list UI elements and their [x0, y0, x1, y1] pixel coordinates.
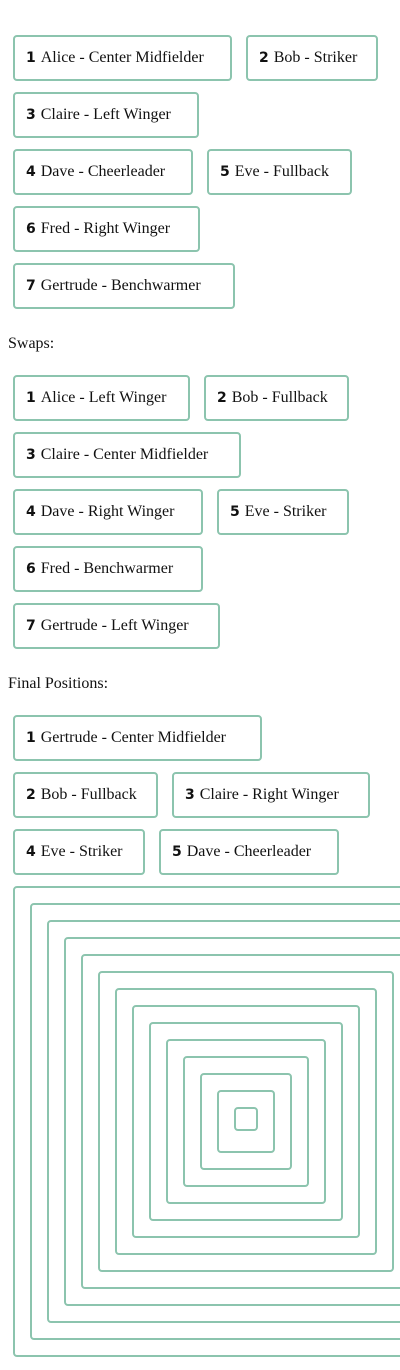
swap-item-3-text: Claire - Center Midfielder: [40, 446, 209, 463]
initial-item-2-text: Bob - Striker: [273, 49, 358, 66]
final-item-5-number: 5: [172, 844, 182, 860]
final-item-1-number: 1: [26, 730, 36, 746]
initial-item-7-number: 7: [26, 278, 36, 294]
final-positions-heading: Final Positions:: [8, 675, 109, 692]
initial-item-4[interactable]: 4 Dave - Cheerleader: [13, 149, 193, 195]
swap-item-5-text: Eve - Striker: [244, 503, 327, 520]
swap-item-3[interactable]: 3 Claire - Center Midfielder: [13, 432, 241, 478]
initial-item-2-number: 2: [259, 50, 269, 66]
initial-item-4-number: 4: [26, 164, 36, 180]
swap-item-1[interactable]: 1 Alice - Left Winger: [13, 375, 190, 421]
swap-item-6-text: Fred - Benchwarmer: [40, 560, 174, 577]
initial-item-2[interactable]: 2 Bob - Striker: [246, 35, 378, 81]
nested-box-14: [234, 1107, 258, 1131]
final-item-4-number: 4: [26, 844, 36, 860]
swap-item-4-number: 4: [26, 504, 36, 520]
swap-item-5-number: 5: [230, 504, 240, 520]
swap-item-1-number: 1: [26, 390, 36, 406]
final-item-1[interactable]: 1 Gertrude - Center Midfielder: [13, 715, 262, 761]
initial-item-1[interactable]: 1 Alice - Center Midfielder: [13, 35, 232, 81]
swap-item-1-text: Alice - Left Winger: [40, 389, 167, 406]
final-item-4[interactable]: 4 Eve - Striker: [13, 829, 145, 875]
initial-item-3[interactable]: 3 Claire - Left Winger: [13, 92, 199, 138]
final-item-5[interactable]: 5 Dave - Cheerleader: [159, 829, 339, 875]
initial-item-6-number: 6: [26, 221, 36, 237]
final-item-5-text: Dave - Cheerleader: [186, 843, 312, 860]
final-item-2[interactable]: 2 Bob - Fullback: [13, 772, 158, 818]
initial-item-6-text: Fred - Right Winger: [40, 220, 171, 237]
initial-item-7-text: Gertrude - Benchwarmer: [40, 277, 201, 294]
initial-item-6[interactable]: 6 Fred - Right Winger: [13, 206, 200, 252]
swap-item-6-number: 6: [26, 561, 36, 577]
swap-item-4[interactable]: 4 Dave - Right Winger: [13, 489, 203, 535]
initial-item-1-number: 1: [26, 50, 36, 66]
initial-item-5[interactable]: 5 Eve - Fullback: [207, 149, 352, 195]
swap-item-6[interactable]: 6 Fred - Benchwarmer: [13, 546, 203, 592]
swap-item-2-text: Bob - Fullback: [231, 389, 328, 406]
final-item-1-text: Gertrude - Center Midfielder: [40, 729, 227, 746]
initial-item-5-text: Eve - Fullback: [234, 163, 329, 180]
swaps-heading: Swaps:: [8, 335, 55, 352]
swap-item-3-number: 3: [26, 447, 36, 463]
swap-item-7[interactable]: 7 Gertrude - Left Winger: [13, 603, 220, 649]
final-item-3-number: 3: [185, 787, 195, 803]
initial-item-7[interactable]: 7 Gertrude - Benchwarmer: [13, 263, 235, 309]
initial-item-4-text: Dave - Cheerleader: [40, 163, 166, 180]
initial-item-1-text: Alice - Center Midfielder: [40, 49, 204, 66]
initial-item-3-number: 3: [26, 107, 36, 123]
initial-item-3-text: Claire - Left Winger: [40, 106, 171, 123]
final-item-2-text: Bob - Fullback: [40, 786, 137, 803]
final-item-3[interactable]: 3 Claire - Right Winger: [172, 772, 370, 818]
swap-item-2[interactable]: 2 Bob - Fullback: [204, 375, 349, 421]
swap-item-5[interactable]: 5 Eve - Striker: [217, 489, 349, 535]
swap-item-7-text: Gertrude - Left Winger: [40, 617, 189, 634]
swap-item-2-number: 2: [217, 390, 227, 406]
swap-item-4-text: Dave - Right Winger: [40, 503, 175, 520]
swap-item-7-number: 7: [26, 618, 36, 634]
final-item-2-number: 2: [26, 787, 36, 803]
final-item-4-text: Eve - Striker: [40, 843, 123, 860]
final-item-3-text: Claire - Right Winger: [199, 786, 339, 803]
initial-item-5-number: 5: [220, 164, 230, 180]
